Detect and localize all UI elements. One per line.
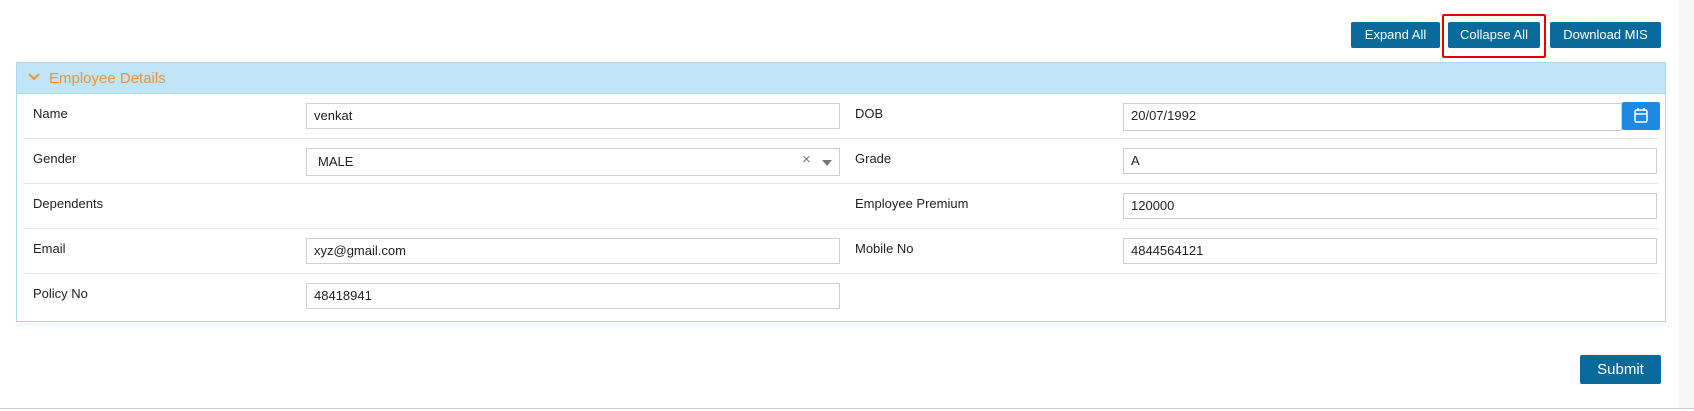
employee-details-panel-body: Name venkat DOB 20/07/1992 Gender MALE ×… — [16, 94, 1666, 322]
gender-selected-value: MALE — [318, 154, 354, 169]
dob-label: DOB — [855, 106, 884, 121]
employee-premium-label: Employee Premium — [855, 196, 969, 211]
name-label: Name — [33, 106, 68, 121]
caret-down-icon[interactable] — [822, 160, 832, 166]
submit-button[interactable]: Submit — [1580, 355, 1661, 384]
email-label: Email — [33, 241, 66, 256]
gender-select[interactable]: MALE — [306, 148, 840, 176]
form-row-name-dob: Name venkat DOB 20/07/1992 — [23, 94, 1660, 139]
gender-label: Gender — [33, 151, 77, 166]
form-row-dependents-premium: Dependents Employee Premium 120000 — [23, 184, 1659, 229]
page-scrollbar-track — [1679, 0, 1694, 408]
mobile-no-label: Mobile No — [855, 241, 914, 256]
date-picker-button[interactable] — [1622, 102, 1660, 130]
name-field[interactable]: venkat — [306, 103, 840, 129]
form-row-gender-grade: Gender MALE × Grade A — [23, 139, 1659, 184]
page-divider — [0, 408, 1694, 409]
clear-x-icon[interactable]: × — [802, 151, 811, 168]
employee-premium-field[interactable]: 120000 — [1123, 193, 1657, 219]
grade-field[interactable]: A — [1123, 148, 1657, 174]
panel-title: Employee Details — [49, 70, 166, 87]
download-mis-button[interactable]: Download MIS — [1550, 22, 1661, 48]
dependents-label: Dependents — [33, 196, 104, 211]
form-row-policy: Policy No 48418941 — [23, 274, 1659, 319]
policy-no-field[interactable]: 48418941 — [306, 283, 840, 309]
expand-all-button[interactable]: Expand All — [1351, 22, 1440, 48]
mobile-no-field[interactable]: 4844564121 — [1123, 238, 1657, 264]
calendar-icon — [1634, 108, 1648, 123]
chevron-down-icon[interactable] — [27, 70, 41, 84]
employee-details-panel-header[interactable]: Employee Details — [16, 62, 1666, 94]
policy-no-label: Policy No — [33, 286, 88, 301]
dob-field[interactable]: 20/07/1992 — [1123, 103, 1622, 131]
form-row-email-mobile: Email xyz@gmail.com Mobile No 4844564121 — [23, 229, 1659, 274]
email-field[interactable]: xyz@gmail.com — [306, 238, 840, 264]
grade-label: Grade — [855, 151, 892, 166]
collapse-all-highlight — [1442, 14, 1546, 58]
